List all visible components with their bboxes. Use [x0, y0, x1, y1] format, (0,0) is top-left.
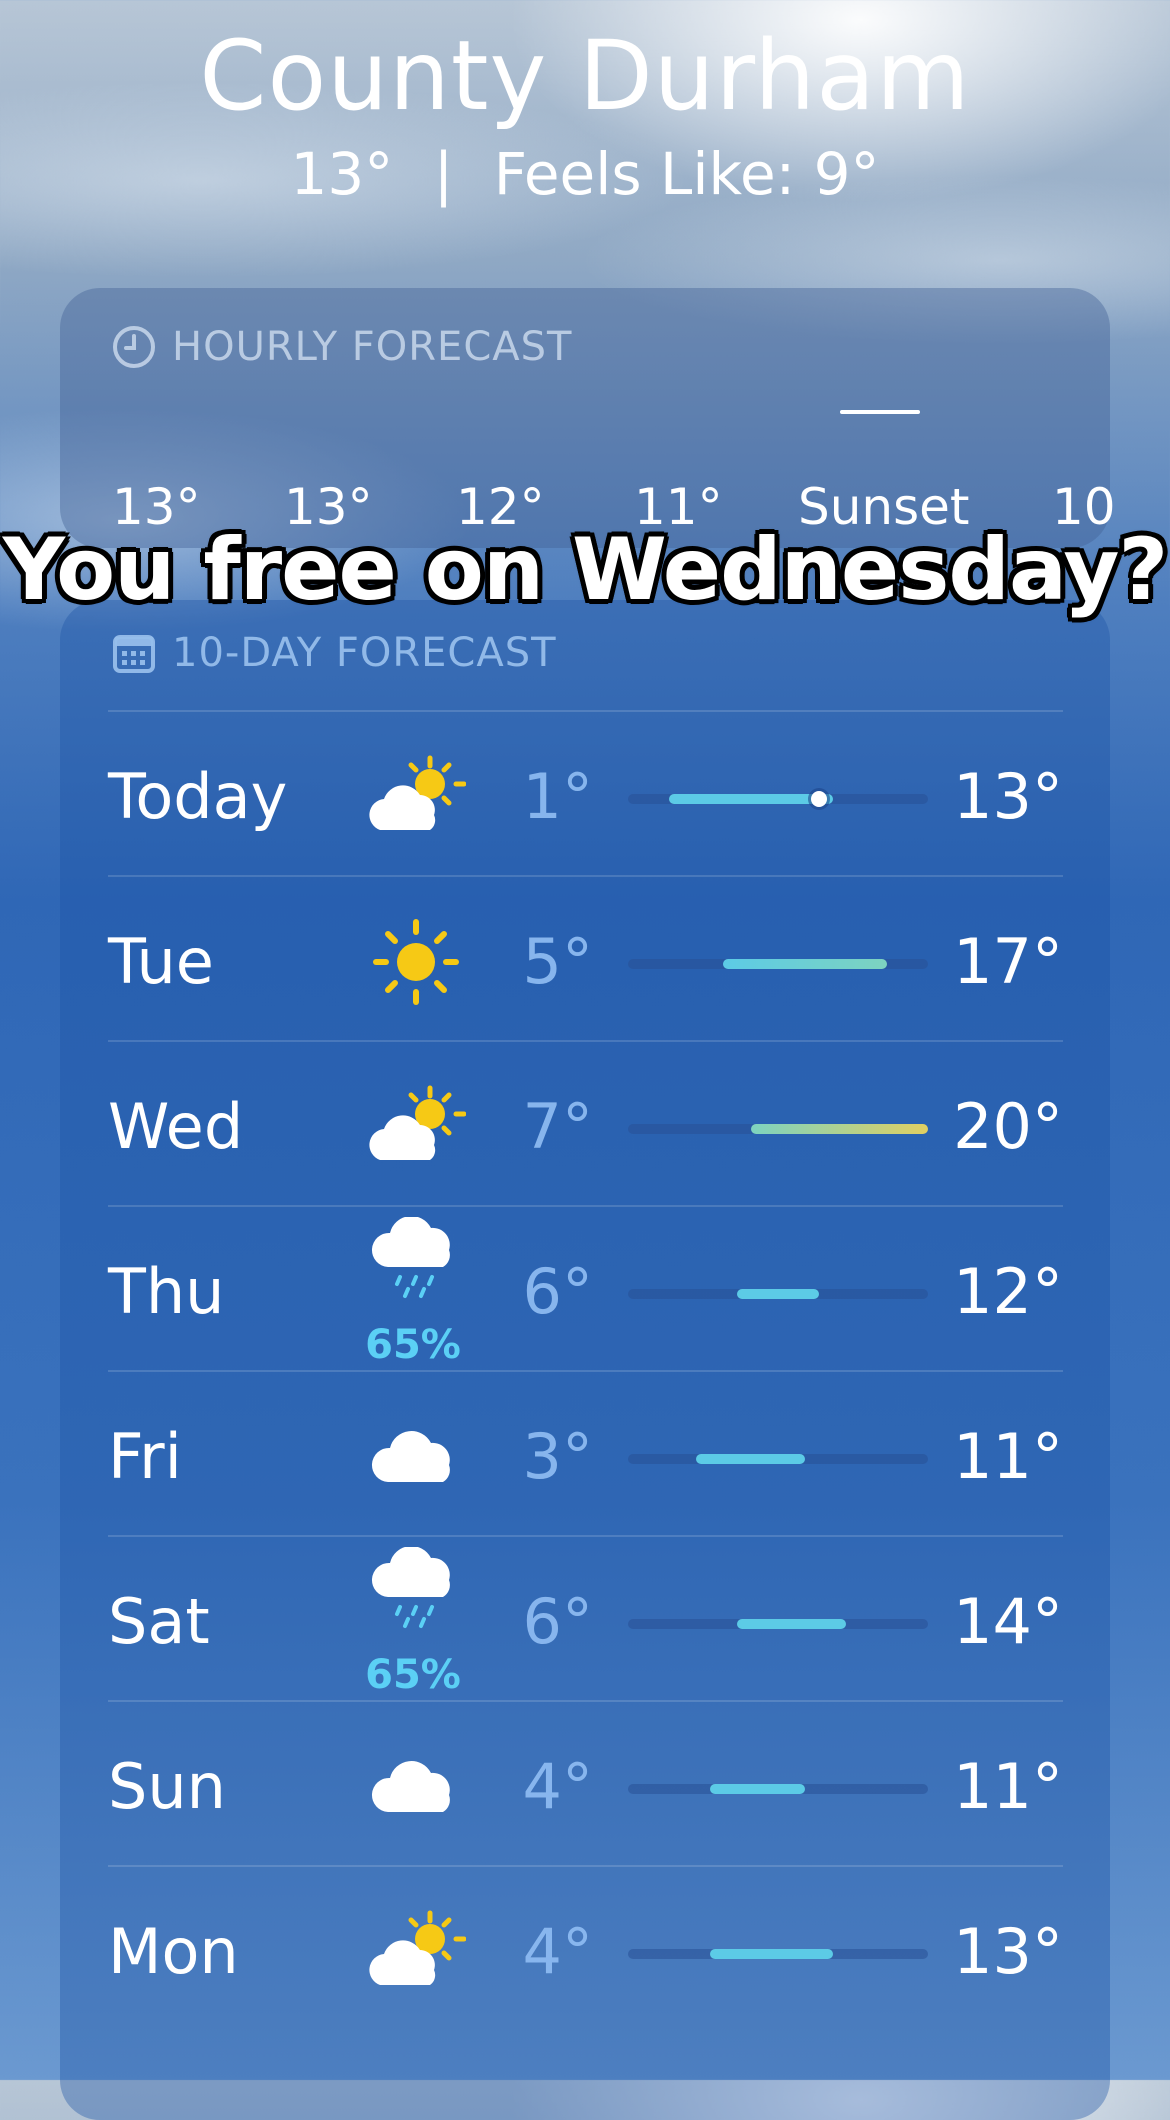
- day-label: Sat: [108, 1585, 210, 1658]
- day-label: Tue: [108, 925, 214, 998]
- day-label: Mon: [108, 1915, 239, 1988]
- forecast-row-fri[interactable]: Fri 3° 11°: [108, 1370, 1063, 1537]
- forecast-row-sun[interactable]: Sun 4° 11°: [108, 1700, 1063, 1867]
- temp-range-track: [628, 1784, 928, 1794]
- calendar-icon: [113, 635, 155, 673]
- day-label: Sun: [108, 1750, 226, 1823]
- forecast-row-mon[interactable]: Mon 4° 13°: [108, 1865, 1063, 2032]
- temp-range-track: [628, 1124, 928, 1134]
- temp-range-track: [628, 1454, 928, 1464]
- high-temp: 13°: [953, 1915, 1063, 1988]
- temp-range-track: [628, 791, 928, 807]
- sunset-line-icon: [840, 410, 920, 414]
- temp-range-bar: [696, 1454, 806, 1464]
- temp-range-bar: [709, 1949, 833, 1959]
- temp-range-bar: [709, 1784, 806, 1794]
- partly-cloudy-sun-icon: [366, 1907, 467, 1997]
- low-temp: 4°: [522, 1915, 593, 1988]
- high-temp: 12°: [953, 1255, 1063, 1328]
- day-label: Thu: [108, 1255, 225, 1328]
- precip-chance: 65%: [365, 1322, 461, 1368]
- separator: |: [433, 140, 454, 208]
- high-temp: 13°: [953, 760, 1063, 833]
- temp-range-track: [628, 1949, 928, 1959]
- temp-range-bar: [668, 794, 833, 804]
- day-label: Wed: [108, 1090, 244, 1163]
- current-conditions: 13° | Feels Like: 9°: [0, 140, 1170, 208]
- low-temp: 6°: [522, 1255, 593, 1328]
- sun-icon: [366, 917, 466, 1007]
- temp-range-bar: [750, 1124, 928, 1134]
- cloud-icon: [366, 1742, 466, 1832]
- current-temp-dot: [810, 791, 827, 807]
- partly-cloudy-sun-icon: [366, 1082, 467, 1172]
- forecast-row-today[interactable]: Today 1° 13°: [108, 710, 1063, 877]
- forecast-row-sat[interactable]: Sat 65% 6° 14°: [108, 1535, 1063, 1702]
- location-title: County Durham: [199, 20, 971, 132]
- hourly-header-label: HOURLY FORECAST: [172, 324, 573, 370]
- low-temp: 5°: [522, 925, 593, 998]
- low-temp: 4°: [522, 1750, 593, 1823]
- high-temp: 14°: [953, 1585, 1063, 1658]
- precip-chance: 65%: [365, 1652, 461, 1698]
- low-temp: 3°: [522, 1420, 593, 1493]
- video-caption: You free on Wednesday?: [2, 520, 1169, 620]
- rain-cloud-icon: [366, 1216, 466, 1307]
- high-temp: 20°: [953, 1090, 1063, 1163]
- high-temp: 17°: [953, 925, 1063, 998]
- ten-day-header-label: 10-DAY FORECAST: [172, 630, 557, 676]
- day-label: Today: [108, 760, 288, 833]
- low-temp: 1°: [522, 760, 593, 833]
- hourly-header: HOURLY FORECAST: [112, 324, 572, 370]
- rain-cloud-icon: [366, 1546, 466, 1637]
- cloud-icon: [366, 1412, 466, 1502]
- high-temp: 11°: [953, 1420, 1063, 1493]
- forecast-row-wed[interactable]: Wed 7° 20°: [108, 1040, 1063, 1207]
- temp-range-bar: [723, 959, 888, 969]
- current-temp: 13°: [290, 140, 394, 208]
- partly-cloudy-sun-icon: [366, 752, 467, 842]
- temp-range-track: [628, 959, 928, 969]
- feels-like: Feels Like: 9°: [493, 140, 880, 208]
- temp-range-track: [628, 1619, 928, 1629]
- temp-range-track: [628, 1289, 928, 1299]
- temp-range-bar: [737, 1289, 819, 1299]
- ten-day-forecast-card[interactable]: 10-DAY FORECAST Today 1° 13° Tue 5° 17° Wed 7° 2…: [60, 600, 1110, 2120]
- forecast-row-thu[interactable]: Thu 65% 6° 12°: [108, 1205, 1063, 1372]
- day-label: Fri: [108, 1420, 182, 1493]
- temp-range-bar: [737, 1619, 847, 1629]
- hourly-forecast-card[interactable]: HOURLY FORECAST 13° 13° 12° 11° Sunset 1…: [60, 288, 1116, 548]
- clock-icon: [113, 326, 155, 368]
- low-temp: 6°: [522, 1585, 593, 1658]
- low-temp: 7°: [522, 1090, 593, 1163]
- ten-day-header: 10-DAY FORECAST: [112, 630, 557, 676]
- high-temp: 11°: [953, 1750, 1063, 1823]
- forecast-row-tue[interactable]: Tue 5° 17°: [108, 875, 1063, 1042]
